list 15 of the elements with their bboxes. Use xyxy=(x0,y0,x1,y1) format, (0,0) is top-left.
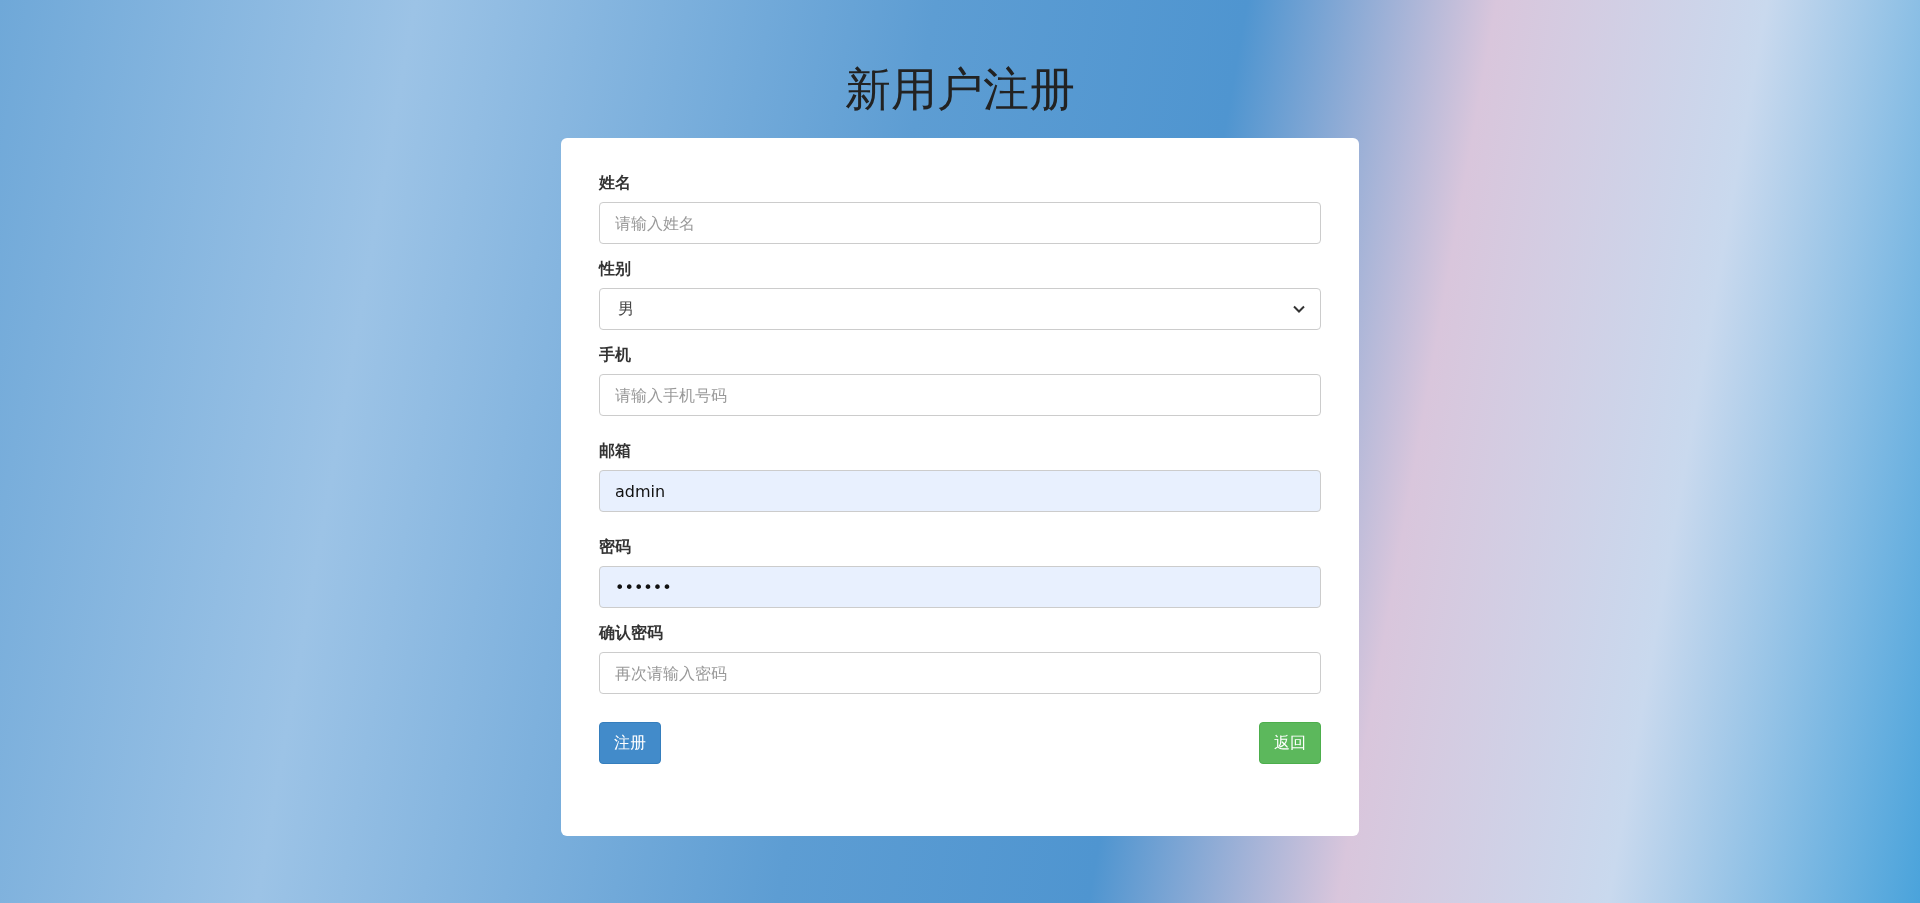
input-field[interactable]: 请输入手机号码 xyxy=(599,374,1321,416)
input-field[interactable]: 请输入姓名 xyxy=(599,202,1321,244)
select-field[interactable]: 男 xyxy=(599,288,1321,330)
input-field[interactable]: •••••• xyxy=(599,566,1321,608)
register-button[interactable]: 注册 xyxy=(599,722,661,764)
field-label: 性别 xyxy=(599,258,632,280)
chevron-down-icon xyxy=(1293,305,1305,313)
field-label: 确认密码 xyxy=(599,622,664,644)
field-label: 手机 xyxy=(599,344,632,366)
input-field[interactable]: admin xyxy=(599,470,1321,512)
field-label: 姓名 xyxy=(599,172,632,194)
page-title: 新用户注册 xyxy=(845,61,1075,118)
field-label: 邮箱 xyxy=(599,440,632,462)
field-label: 密码 xyxy=(599,536,632,558)
input-field[interactable]: 再次请输入密码 xyxy=(599,652,1321,694)
